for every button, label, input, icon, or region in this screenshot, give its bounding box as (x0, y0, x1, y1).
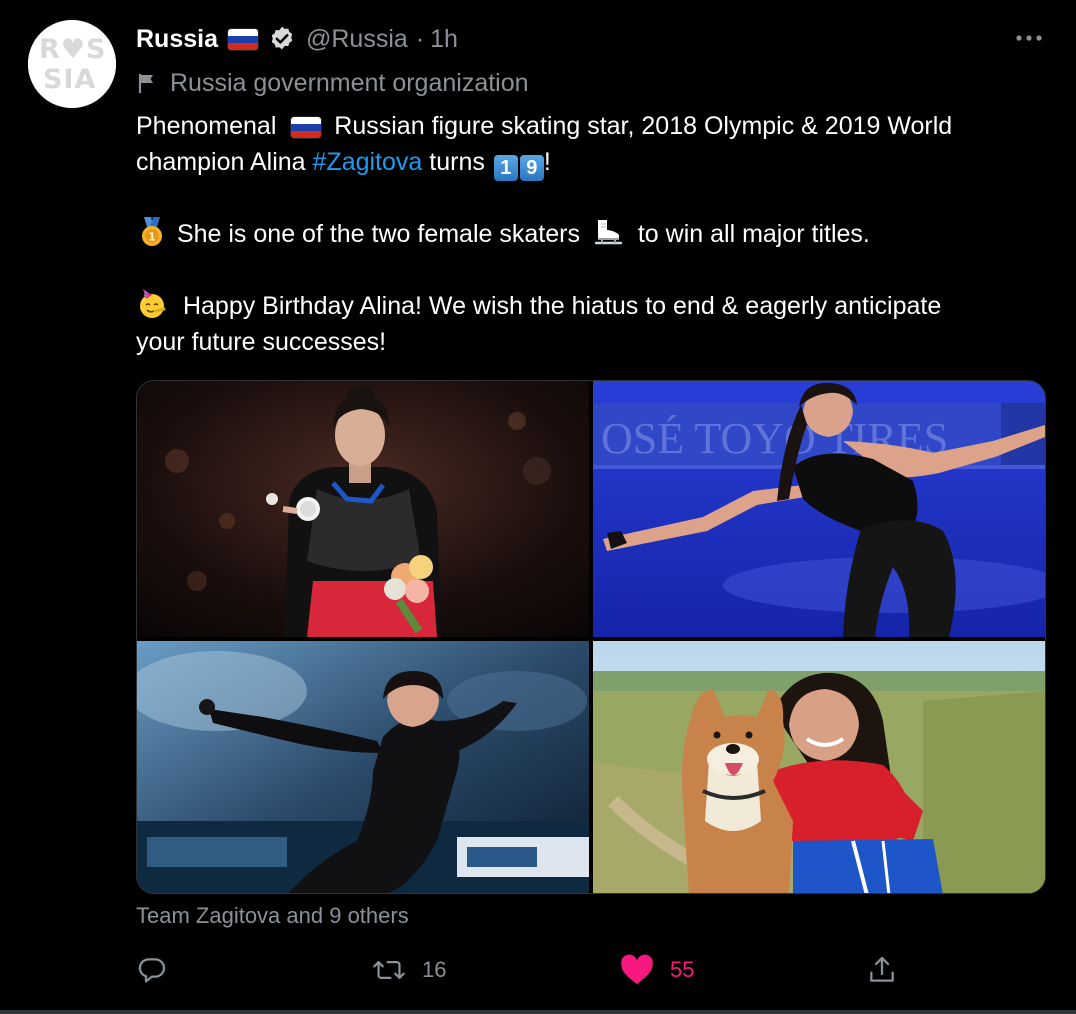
tweet-line-2: champion Alina #Zagitova turns 1 9! (136, 144, 1056, 181)
tweet-text-segment: Russian figure skating star, 2018 Olympi… (334, 112, 953, 140)
tweet-line-5: your future successes! (136, 324, 1056, 360)
government-label[interactable]: Russia government organization (136, 66, 529, 100)
retweet-count: 16 (422, 957, 447, 982)
government-flag-icon (138, 74, 153, 93)
tweet-line-1: Phenomenal Russian figure skating star, … (136, 108, 1056, 144)
reply-button[interactable] (136, 950, 184, 990)
avatar[interactable]: R♥S SIA (28, 20, 116, 108)
verified-badge-icon (271, 26, 293, 50)
like-count: 55 (670, 957, 695, 982)
retweet-button[interactable]: 16 (372, 950, 446, 990)
media-grid: OSÉ TOYO TIRES (136, 380, 1046, 894)
tweet-text-segment: turns (429, 148, 485, 176)
keycap-1-icon: 1 (493, 155, 518, 181)
heart-filled-icon (621, 954, 653, 985)
share-button[interactable] (866, 950, 898, 990)
photo-skating-spiral[interactable] (137, 641, 589, 893)
government-label-text: Russia government organization (170, 68, 529, 97)
reply-icon (138, 958, 166, 983)
avatar-text-top: R♥S (39, 34, 107, 65)
photo-with-dog[interactable] (593, 641, 1045, 893)
party-face-icon (140, 289, 166, 318)
ice-skate-icon (594, 220, 623, 245)
svg-text:1: 1 (148, 231, 156, 244)
tweet-time[interactable]: 1h (430, 25, 458, 54)
tweet-text-segment: to win all major titles. (637, 220, 870, 248)
photo-medal-ceremony[interactable] (137, 381, 589, 637)
tweet-header: Russia @Russia · 1h (136, 22, 458, 56)
tweet-text: Phenomenal Russian figure skating star, … (136, 108, 1056, 360)
retweet-icon (373, 961, 405, 979)
tweet-line-4: Happy Birthday Alina! We wish the hiatus… (136, 288, 1056, 324)
avatar-text-bottom: SIA (43, 64, 97, 95)
share-icon (870, 956, 894, 982)
tweet-text-segment: Happy Birthday Alina! We wish the hiatus… (182, 292, 942, 320)
russia-flag-icon (291, 116, 322, 138)
like-button[interactable]: 55 (620, 950, 694, 990)
photo-skating-blue-rink[interactable]: OSÉ TOYO TIRES (593, 381, 1045, 637)
tweet-text-segment: Phenomenal (136, 112, 277, 140)
hashtag-link[interactable]: #Zagitova (313, 148, 423, 176)
social-context[interactable]: Team Zagitova and 9 others (136, 902, 409, 930)
author-handle[interactable]: @Russia (306, 25, 408, 54)
tweet-text-segment: She is one of the two female skaters (176, 220, 580, 248)
time-separator: · (415, 24, 425, 53)
tweet[interactable]: R♥S SIA Russia @Russia · 1h Russia gover… (0, 0, 1076, 1014)
tweet-text-segment: your future successes! (136, 328, 387, 356)
more-options-icon[interactable] (1014, 30, 1044, 46)
divider (0, 1010, 1076, 1014)
medal-icon: 1 (142, 217, 162, 246)
author-name[interactable]: Russia (136, 25, 218, 54)
tweet-line-3: 1 She is one of the two female skaters t… (136, 216, 1056, 252)
tweet-text-segment: ! (543, 148, 551, 176)
russia-flag-icon (227, 28, 258, 50)
keycap-9-icon: 9 (519, 155, 544, 181)
tweet-text-segment: champion Alina (136, 148, 306, 176)
